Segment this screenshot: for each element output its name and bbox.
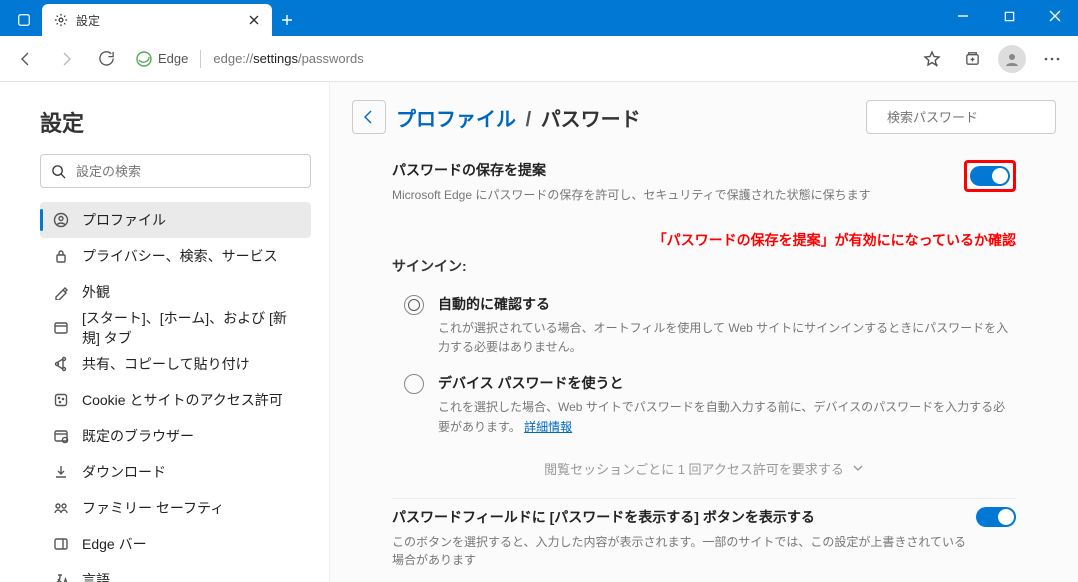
favorites-button[interactable] bbox=[914, 41, 950, 77]
gear-icon bbox=[54, 13, 68, 27]
settings-main: プロファイル / パスワード パスワードの保存を提案 Microsoft Edg… bbox=[330, 82, 1078, 582]
radio-button[interactable] bbox=[404, 374, 424, 394]
nav-label: ファミリー セーフティ bbox=[82, 498, 224, 518]
breadcrumb: プロファイル / パスワード bbox=[396, 103, 641, 132]
divider bbox=[200, 50, 201, 68]
collapsed-label: 閲覧セッションごとに 1 回アクセス許可を要求する bbox=[544, 459, 844, 478]
tab-actions-button[interactable] bbox=[6, 5, 42, 35]
reveal-password-toggle[interactable] bbox=[976, 507, 1016, 527]
save-password-section: パスワードの保存を提案 Microsoft Edge にパスワードの保存を許可し… bbox=[352, 154, 1056, 222]
nav-item-edgebar[interactable]: Edge バー bbox=[40, 526, 311, 562]
nav-item-cookies[interactable]: Cookie とサイトのアクセス許可 bbox=[40, 382, 311, 418]
refresh-button[interactable] bbox=[88, 41, 124, 77]
save-password-toggle[interactable] bbox=[970, 166, 1010, 186]
save-password-desc: Microsoft Edge にパスワードの保存を許可し、セキュリティで保護され… bbox=[392, 186, 964, 204]
edge-logo-icon bbox=[136, 51, 152, 67]
download-icon bbox=[52, 463, 70, 481]
nav-label: 既定のブラウザー bbox=[82, 426, 194, 446]
radio-button[interactable] bbox=[404, 295, 424, 315]
browser-tab-settings[interactable]: 設定 bbox=[42, 4, 272, 36]
new-tab-button[interactable] bbox=[272, 5, 302, 35]
radio-desc: これを選択した場合、Web サイトでパスワードを自動入力する前に、デバイスのパス… bbox=[438, 398, 1016, 436]
tab-icon bbox=[52, 319, 70, 337]
tab-close-button[interactable] bbox=[246, 12, 262, 28]
settings-search-input[interactable] bbox=[76, 164, 300, 179]
password-search-input[interactable] bbox=[887, 110, 1063, 125]
radio-desc: これが選択されている場合、オートフィルを使用して Web サイトにサインインする… bbox=[438, 319, 1016, 357]
settings-search-box[interactable] bbox=[40, 154, 311, 188]
nav-item-default-browser[interactable]: 既定のブラウザー bbox=[40, 418, 311, 454]
window-controls bbox=[940, 0, 1078, 32]
reveal-password-section: パスワードフィールドに [パスワードを表示する] ボタンを表示する このボタンを… bbox=[352, 505, 1056, 573]
main-header: プロファイル / パスワード bbox=[352, 100, 1056, 134]
breadcrumb-current: パスワード bbox=[541, 109, 641, 131]
nav-item-language[interactable]: 言語 bbox=[40, 562, 311, 582]
browser-toolbar: Edge edge://settings/passwords bbox=[0, 36, 1078, 82]
breadcrumb-parent-link[interactable]: プロファイル bbox=[396, 109, 516, 131]
close-window-button[interactable] bbox=[1032, 0, 1078, 32]
reveal-password-desc: このボタンを選択すると、入力した内容が表示されます。一部のサイトでは、この設定が… bbox=[392, 533, 976, 569]
nav-label: 外観 bbox=[82, 282, 110, 302]
nav-label: プライバシー、検索、サービス bbox=[82, 246, 278, 266]
nav-label: Cookie とサイトのアクセス許可 bbox=[82, 390, 283, 410]
family-icon bbox=[52, 499, 70, 517]
annotation-highlight-box bbox=[964, 160, 1016, 192]
browser-icon bbox=[52, 427, 70, 445]
back-button[interactable] bbox=[8, 41, 44, 77]
signin-option-device-password[interactable]: デバイス パスワードを使うと これを選択した場合、Web サイトでパスワードを自… bbox=[352, 365, 1056, 444]
settings-nav: プロファイル プライバシー、検索、サービス 外観 [スタート]、[ホーム]、およ… bbox=[40, 202, 311, 582]
chevron-down-icon bbox=[852, 462, 864, 474]
avatar-icon bbox=[998, 45, 1026, 73]
breadcrumb-back-button[interactable] bbox=[352, 100, 386, 134]
nav-item-privacy[interactable]: プライバシー、検索、サービス bbox=[40, 238, 311, 274]
reveal-password-title: パスワードフィールドに [パスワードを表示する] ボタンを表示する bbox=[392, 507, 976, 527]
more-button[interactable] bbox=[1034, 41, 1070, 77]
settings-heading: 設定 bbox=[40, 106, 311, 138]
password-search-box[interactable] bbox=[866, 100, 1056, 134]
annotation-text: 「パスワードの保存を提案」が有効にになっているか確認 bbox=[352, 222, 1056, 250]
settings-content: 設定 プロファイル プライバシー、検索、サービス 外観 [スタート]、[ホーム]… bbox=[0, 82, 1078, 582]
maximize-button[interactable] bbox=[986, 0, 1032, 32]
collapsed-option-row[interactable]: 閲覧セッションごとに 1 回アクセス許可を要求する bbox=[352, 445, 1056, 492]
more-info-link[interactable]: 詳細情報 bbox=[524, 420, 572, 434]
nav-label: Edge バー bbox=[82, 534, 147, 554]
site-identity[interactable]: Edge edge://settings/passwords bbox=[128, 50, 372, 68]
nav-label: 言語 bbox=[82, 570, 110, 582]
radio-label: 自動的に確認する bbox=[438, 294, 1016, 314]
search-icon bbox=[51, 164, 66, 179]
profile-button[interactable] bbox=[994, 41, 1030, 77]
nav-item-downloads[interactable]: ダウンロード bbox=[40, 454, 311, 490]
save-password-title: パスワードの保存を提案 bbox=[392, 160, 964, 180]
profile-icon bbox=[52, 211, 70, 229]
nav-item-appearance[interactable]: 外観 bbox=[40, 274, 311, 310]
minimize-button[interactable] bbox=[940, 0, 986, 32]
breadcrumb-separator: / bbox=[526, 109, 532, 131]
nav-item-profile[interactable]: プロファイル bbox=[40, 202, 311, 238]
collections-button[interactable] bbox=[954, 41, 990, 77]
nav-item-family[interactable]: ファミリー セーフティ bbox=[40, 490, 311, 526]
settings-sidebar: 設定 プロファイル プライバシー、検索、サービス 外観 [スタート]、[ホーム]… bbox=[0, 82, 330, 582]
cookie-icon bbox=[52, 391, 70, 409]
window-titlebar: 設定 bbox=[0, 0, 1078, 36]
appearance-icon bbox=[52, 283, 70, 301]
share-icon bbox=[52, 355, 70, 373]
address-bar-url[interactable]: edge://settings/passwords bbox=[213, 51, 363, 66]
radio-label: デバイス パスワードを使うと bbox=[438, 373, 1016, 393]
edgebar-icon bbox=[52, 535, 70, 553]
nav-label: [スタート]、[ホーム]、および [新規] タブ bbox=[82, 308, 301, 348]
product-label: Edge bbox=[158, 51, 188, 66]
nav-item-start[interactable]: [スタート]、[ホーム]、および [新規] タブ bbox=[40, 310, 311, 346]
nav-item-share[interactable]: 共有、コピーして貼り付け bbox=[40, 346, 311, 382]
nav-label: 共有、コピーして貼り付け bbox=[82, 354, 250, 374]
lock-icon bbox=[52, 247, 70, 265]
forward-button[interactable] bbox=[48, 41, 84, 77]
nav-label: プロファイル bbox=[82, 210, 166, 230]
tab-strip: 設定 bbox=[0, 0, 302, 36]
signin-option-auto[interactable]: 自動的に確認する これが選択されている場合、オートフィルを使用して Web サイ… bbox=[352, 286, 1056, 365]
nav-label: ダウンロード bbox=[82, 462, 166, 482]
tab-title: 設定 bbox=[76, 12, 238, 29]
divider bbox=[392, 498, 1016, 499]
signin-heading: サインイン: bbox=[352, 250, 1056, 286]
language-icon bbox=[52, 571, 70, 582]
